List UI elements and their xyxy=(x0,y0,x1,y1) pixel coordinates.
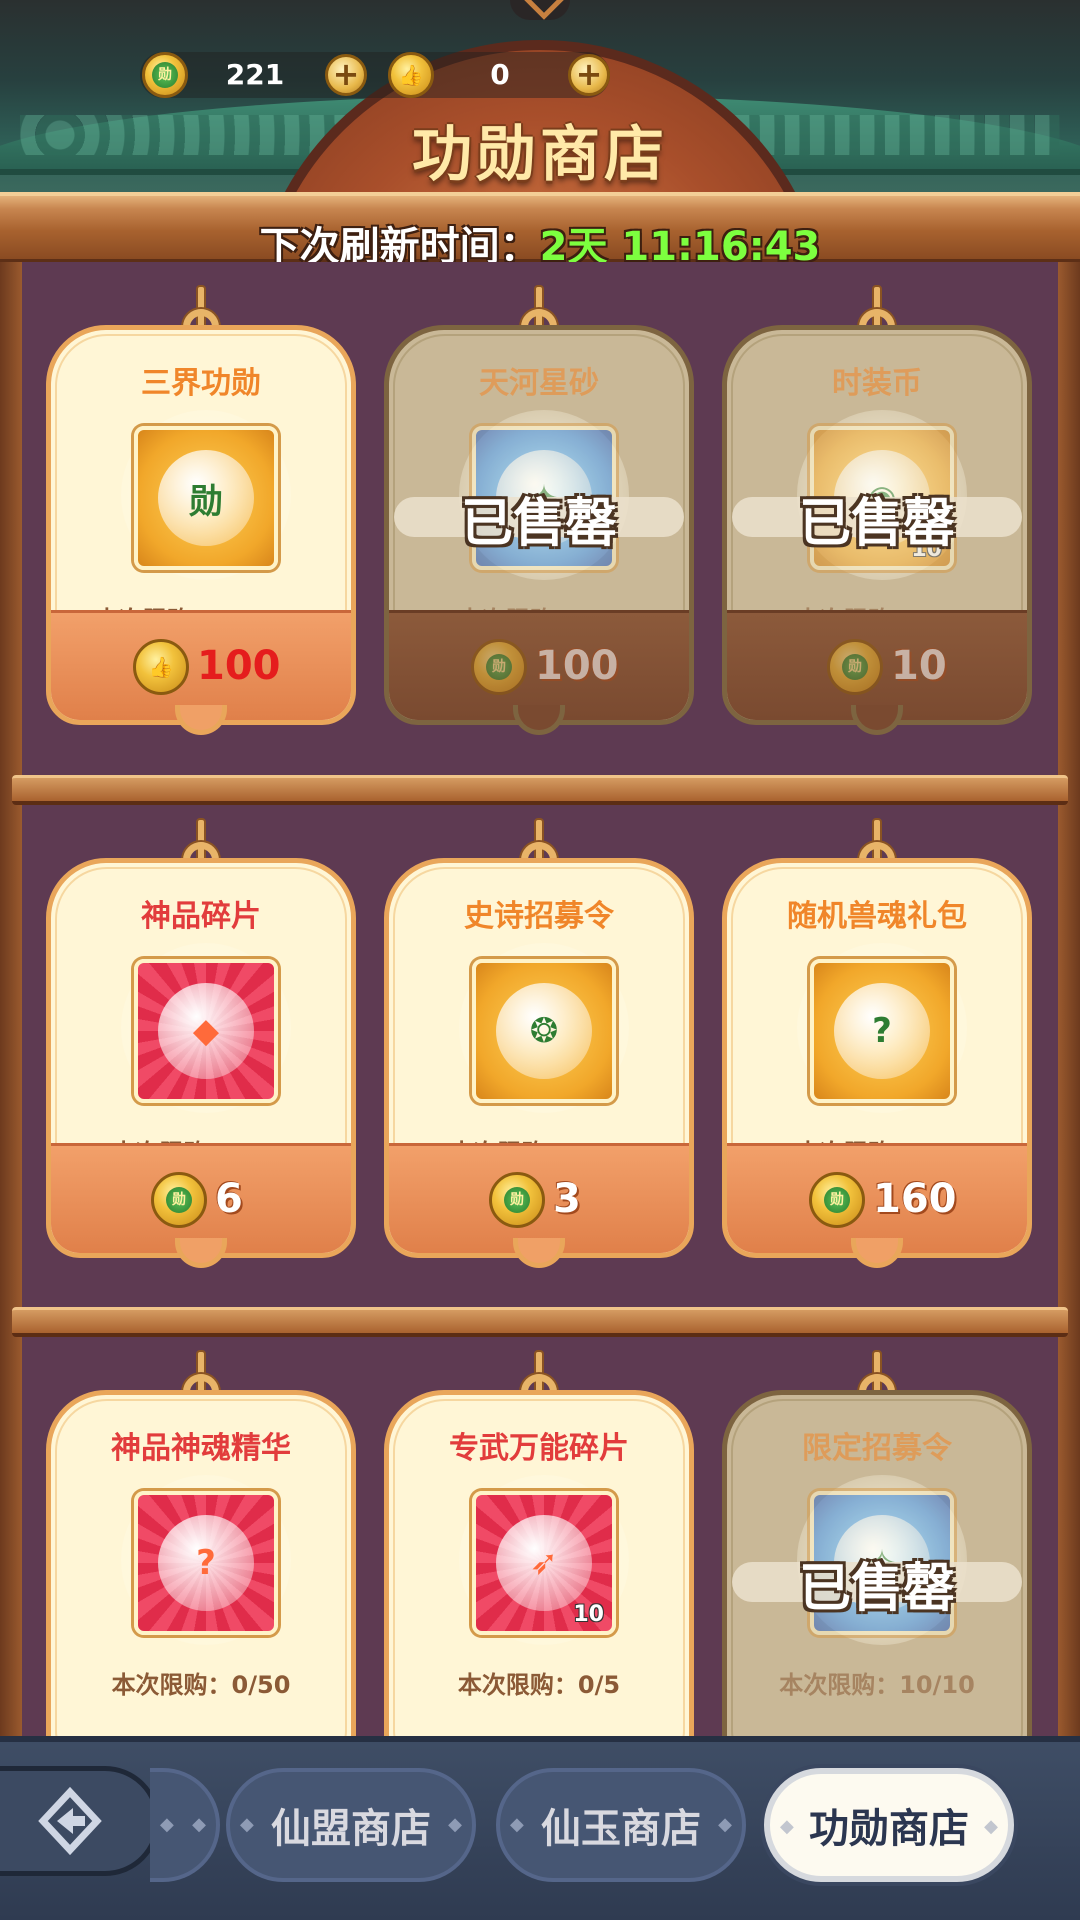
item-icon: 勋 xyxy=(158,450,254,546)
card-tip xyxy=(175,1238,227,1268)
thumb-count: 0 xyxy=(490,58,510,91)
item-icon-frame[interactable]: ❂ xyxy=(472,959,616,1103)
tab-merit-shop[interactable]: 功勋商店 xyxy=(764,1768,1014,1882)
item-name: 随机兽魂礼包 xyxy=(787,899,967,934)
price-bar[interactable]: 勋 100 xyxy=(389,610,689,720)
shop-item-card[interactable]: 史诗招募令❂本次限购：0/30勋3 xyxy=(384,818,694,1278)
tab-hidden-shop[interactable] xyxy=(150,1768,220,1882)
card-body: 神品碎片◆本次限购：0/30勋6 xyxy=(46,858,356,1258)
price-bar[interactable]: 勋 10 xyxy=(727,610,1027,720)
tab-bar: 仙盟商店 仙玉商店 功勋商店 xyxy=(0,1736,1080,1920)
card-body: 三界功勋勋本次限购：84/200👍100 xyxy=(46,325,356,725)
shop-item-card[interactable]: 天河星砂✦本次限购：2/2勋100已售罄 xyxy=(384,285,694,745)
shelf-plank xyxy=(12,775,1068,805)
sold-out-label: 已售罄 xyxy=(460,494,617,554)
sold-out-label: 已售罄 xyxy=(798,1559,955,1619)
item-icon: ? xyxy=(158,1515,254,1611)
item-quantity: 10 xyxy=(573,1602,604,1627)
price-bar[interactable]: 👍 100 xyxy=(51,610,351,720)
merit-coin-icon: 勋 xyxy=(151,1172,207,1228)
item-name: 史诗招募令 xyxy=(464,899,614,934)
card-tip xyxy=(175,705,227,735)
card-body: 专武万能碎片 ➶ 10 本次限购：0/5 xyxy=(384,1390,694,1770)
shop-item-card[interactable]: 随机兽魂礼包?本次限购：0/3勋160 xyxy=(722,818,1032,1278)
item-icon-frame[interactable]: ◆ xyxy=(134,959,278,1103)
item-name: 神品神魂精华 xyxy=(111,1431,291,1466)
tab-guild-shop[interactable]: 仙盟商店 xyxy=(226,1768,476,1882)
merit-coin-icon: 勋 xyxy=(471,639,527,695)
shop-item-card[interactable]: 神品碎片◆本次限购：0/30勋6 xyxy=(46,818,356,1278)
item-name: 时装币 xyxy=(832,366,922,401)
item-name: 三界功勋 xyxy=(141,366,261,401)
sold-out-overlay: 已售罄 xyxy=(374,475,704,565)
purchase-limit: 本次限购：10/10 xyxy=(779,1671,975,1699)
item-icon: ➶ xyxy=(496,1515,592,1611)
merit-coin-icon: 勋 xyxy=(142,52,188,98)
price-bar[interactable]: 勋3 xyxy=(389,1143,689,1253)
roof-ornament xyxy=(510,0,570,20)
merit-coin-icon: 勋 xyxy=(489,1172,545,1228)
add-thumb-button[interactable]: + xyxy=(568,54,610,96)
purchase-limit: 本次限购：0/5 xyxy=(457,1671,621,1699)
shelf-plank xyxy=(12,1307,1068,1337)
item-price: 10 xyxy=(891,643,947,689)
header: 勋 221 + 👍 0 + 功勋商店 xyxy=(0,0,1080,200)
merit-coin-icon: 勋 xyxy=(809,1172,865,1228)
thumb-coin-icon: 👍 xyxy=(133,639,189,695)
sold-out-overlay: 已售罄 xyxy=(712,1540,1042,1630)
item-icon-frame[interactable]: ➶ 10 xyxy=(472,1491,616,1635)
sold-out-label: 已售罄 xyxy=(798,494,955,554)
price-bar[interactable]: 勋6 xyxy=(51,1143,351,1253)
card-tip xyxy=(513,1238,565,1268)
item-icon-frame[interactable]: ? xyxy=(134,1491,278,1635)
tab-jade-shop[interactable]: 仙玉商店 xyxy=(496,1768,746,1882)
card-body: 随机兽魂礼包?本次限购：0/3勋160 xyxy=(722,858,1032,1258)
merit-count: 221 xyxy=(225,58,285,91)
item-icon: ? xyxy=(834,983,930,1079)
shop-item-card[interactable]: 三界功勋勋本次限购：84/200👍100 xyxy=(46,285,356,745)
shop-item-card[interactable]: 时装币◉10本次限购：5/5勋10已售罄 xyxy=(722,285,1032,745)
item-icon-frame[interactable]: ? xyxy=(810,959,954,1103)
shop-item-card[interactable]: 神品神魂精华? 本次限购：0/50 xyxy=(46,1350,356,1770)
card-body: 神品神魂精华? 本次限购：0/50 xyxy=(46,1390,356,1770)
item-name: 天河星砂 xyxy=(479,366,599,401)
item-price: 6 xyxy=(215,1176,243,1222)
item-price: 3 xyxy=(553,1176,581,1222)
item-icon: ❂ xyxy=(496,983,592,1079)
shop-item-card[interactable]: 专武万能碎片 ➶ 10 本次限购：0/5 xyxy=(384,1350,694,1770)
item-icon: ◆ xyxy=(158,983,254,1079)
item-icon-frame[interactable]: 勋 xyxy=(134,426,278,570)
add-merit-button[interactable]: + xyxy=(325,54,367,96)
thumb-coin-icon: 👍 xyxy=(388,52,434,98)
card-tip xyxy=(513,705,565,735)
price-bar[interactable]: 勋 160 xyxy=(727,1143,1027,1253)
purchase-limit: 本次限购：0/50 xyxy=(111,1671,291,1699)
merit-coin-icon: 勋 xyxy=(827,639,883,695)
item-name: 限定招募令 xyxy=(802,1431,952,1466)
item-name: 神品碎片 xyxy=(141,899,261,934)
card-body: 史诗招募令❂本次限购：0/30勋3 xyxy=(384,858,694,1258)
item-price: 100 xyxy=(197,643,281,689)
page-title: 功勋商店 xyxy=(412,120,668,190)
sold-out-overlay: 已售罄 xyxy=(712,475,1042,565)
back-arrow-icon xyxy=(38,1786,102,1856)
shop-item-card[interactable]: 限定招募令✧本次限购：10/10已售罄 xyxy=(722,1350,1032,1770)
card-tip xyxy=(851,705,903,735)
item-price: 100 xyxy=(535,643,619,689)
back-button[interactable] xyxy=(0,1766,160,1876)
item-name: 专武万能碎片 xyxy=(449,1431,629,1466)
card-tip xyxy=(851,1238,903,1268)
item-price: 160 xyxy=(873,1176,957,1222)
